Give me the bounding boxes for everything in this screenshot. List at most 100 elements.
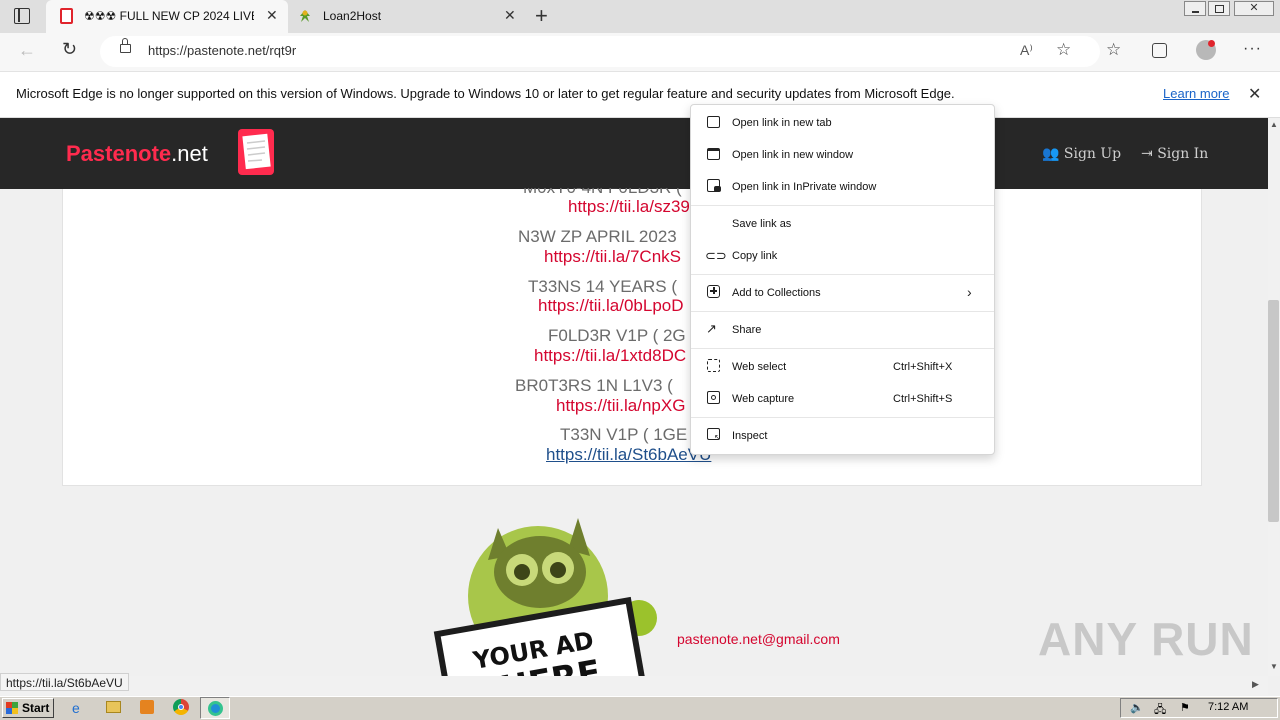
menu-label: Open link in new tab: [732, 117, 832, 129]
menu-inspect[interactable]: ↖ Inspect: [691, 420, 994, 452]
read-aloud-icon[interactable]: A⁾: [1020, 42, 1033, 59]
menu-label: Inspect: [732, 430, 768, 442]
menu-label: Add to Collections: [732, 287, 821, 299]
menu-shortcut: Ctrl+Shift+S: [893, 393, 953, 405]
entry-link[interactable]: https://tii.la/1xtd8DC: [534, 346, 686, 366]
start-label: Start: [22, 701, 50, 715]
entry-title: BR0T3RS 1N L1V3 (: [515, 376, 673, 395]
sign-in-icon: ⇥: [1141, 146, 1153, 162]
menu-separator: [691, 311, 994, 312]
logo-suffix: .net: [171, 141, 208, 166]
ie-quicklaunch-icon[interactable]: e: [72, 700, 80, 716]
flag-icon[interactable]: ⚑: [1180, 701, 1190, 714]
menu-add-to-collections[interactable]: Add to Collections ›: [691, 277, 994, 309]
loan2host-favicon-icon: [297, 8, 313, 24]
edge-icon: [208, 701, 223, 716]
scroll-right-arrow-icon[interactable]: ▶: [1252, 679, 1259, 690]
edge-taskbar-button[interactable]: [200, 697, 230, 719]
new-tab-plus-icon[interactable]: +: [535, 3, 548, 29]
add-favorite-icon[interactable]: ☆: [1056, 40, 1071, 60]
web-select-icon: [707, 359, 720, 372]
menu-label: Save link as: [732, 218, 792, 230]
link-icon: ⊂⊃: [705, 248, 727, 263]
entry-title: T33N V1P ( 1GE: [560, 425, 688, 444]
site-logo-text[interactable]: Pastenote.net: [66, 141, 208, 167]
notepad-logo-icon: [234, 127, 278, 177]
taskbar-clock[interactable]: 7:12 AM: [1208, 701, 1248, 713]
logo-main: Pastenote: [66, 141, 172, 166]
refresh-icon[interactable]: ↻: [62, 39, 77, 60]
web-capture-icon: [707, 391, 720, 404]
users-icon: 👥: [1042, 146, 1060, 162]
menu-save-link-as[interactable]: Save link as: [691, 208, 994, 240]
start-button[interactable]: Start: [2, 698, 54, 718]
entry-link-hovered[interactable]: https://tii.la/St6bAeVU: [546, 445, 711, 465]
scroll-up-arrow-icon[interactable]: ▲: [1270, 120, 1278, 129]
lock-icon[interactable]: [120, 38, 131, 53]
sign-in-link[interactable]: ⇥ Sign In: [1141, 145, 1208, 163]
inspect-icon: ↖: [707, 428, 721, 442]
owl-mascot-ad[interactable]: YOUR AD HERE: [428, 516, 668, 720]
tab-title-second[interactable]: Loan2Host: [323, 9, 473, 23]
network-icon[interactable]: 🖧: [1154, 701, 1166, 720]
menu-open-inprivate[interactable]: Open link in InPrivate window: [691, 171, 994, 203]
close-window-icon[interactable]: ✕: [1234, 1, 1274, 16]
tab-actions-icon[interactable]: [14, 8, 30, 24]
url-text[interactable]: https://pastenote.net/rqt9r: [148, 43, 296, 58]
entry-link-partial[interactable]: https://tii.la/sz39: [568, 197, 690, 217]
collections-toolbar-icon[interactable]: [1152, 43, 1167, 58]
new-window-icon: [707, 148, 720, 160]
collections-icon: [707, 285, 720, 298]
menu-shortcut: Ctrl+Shift+X: [893, 361, 953, 373]
inprivate-icon: [707, 179, 721, 192]
sign-up-link[interactable]: 👥 Sign Up: [1042, 145, 1121, 163]
menu-label: Open link in InPrivate window: [732, 181, 877, 193]
scroll-down-arrow-icon[interactable]: ▼: [1270, 662, 1278, 671]
close-tab-second-icon[interactable]: ✕: [504, 7, 516, 24]
close-infobar-icon[interactable]: ✕: [1248, 84, 1261, 104]
folder-quicklaunch-icon[interactable]: [106, 701, 121, 713]
entry-title: F0LD3R V1P ( 2G: [548, 326, 686, 345]
submenu-chevron-icon: ›: [967, 284, 972, 300]
sign-up-label: Sign Up: [1063, 146, 1122, 162]
back-arrow-icon[interactable]: ←: [18, 40, 36, 61]
menu-open-new-tab[interactable]: Open link in new tab: [691, 107, 994, 139]
menu-separator: [691, 274, 994, 275]
profile-avatar[interactable]: [1196, 40, 1216, 60]
menu-web-capture[interactable]: Web capture Ctrl+Shift+S: [691, 383, 994, 415]
entry-link[interactable]: https://tii.la/npXG: [556, 396, 685, 416]
entry-title: N3W ZP APRIL 2023: [518, 227, 677, 246]
menu-label: Web select: [732, 361, 787, 373]
windows-logo-icon: [6, 702, 18, 714]
tab-title: ☢☢☢ FULL NEW CP 2024 LIVES: [84, 9, 254, 23]
menu-open-new-window[interactable]: Open link in new window: [691, 139, 994, 171]
entry-link[interactable]: https://tii.la/0bLpoD: [538, 296, 684, 316]
volume-icon[interactable]: 🔈: [1130, 701, 1144, 714]
horizontal-scrollbar[interactable]: [0, 676, 1268, 695]
new-tab-icon: [707, 116, 720, 128]
media-quicklaunch-icon[interactable]: [140, 700, 154, 714]
scrollbar-thumb[interactable]: [1268, 300, 1279, 522]
unsupported-message: Microsoft Edge is no longer supported on…: [16, 86, 955, 101]
contact-email[interactable]: pastenote.net@gmail.com: [677, 631, 840, 647]
chrome-quicklaunch-icon[interactable]: [173, 699, 189, 715]
menu-separator: [691, 348, 994, 349]
favorites-icon[interactable]: ☆: [1106, 40, 1121, 60]
more-menu-icon[interactable]: ···: [1243, 40, 1262, 58]
minimize-icon[interactable]: [1184, 1, 1206, 16]
entry-link[interactable]: https://tii.la/7CnkS: [544, 247, 681, 267]
menu-label: Copy link: [732, 250, 778, 262]
close-tab-icon[interactable]: ✕: [266, 7, 278, 24]
maximize-icon[interactable]: [1208, 1, 1230, 16]
window-controls: ✕: [1182, 0, 1280, 18]
taskbar: [0, 696, 1280, 720]
menu-share[interactable]: ↗ Share: [691, 314, 994, 346]
status-url: https://tii.la/St6bAeVU: [0, 673, 129, 691]
sign-in-label: Sign In: [1157, 146, 1209, 162]
menu-label: Open link in new window: [732, 149, 854, 161]
pastenote-favicon-icon: [60, 8, 73, 24]
menu-copy-link[interactable]: ⊂⊃ Copy link: [691, 240, 994, 272]
menu-web-select[interactable]: Web select Ctrl+Shift+X: [691, 351, 994, 383]
learn-more-link[interactable]: Learn more: [1163, 86, 1229, 101]
menu-label: Web capture: [732, 393, 795, 405]
